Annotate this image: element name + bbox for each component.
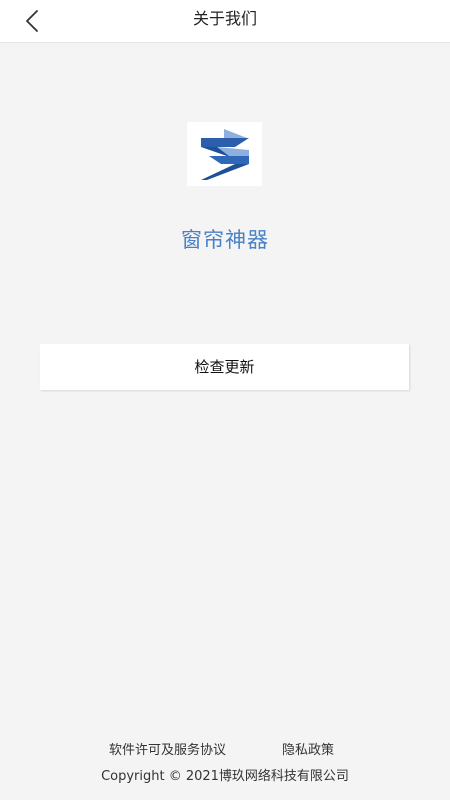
license-agreement-link[interactable]: 软件许可及服务协议 [109, 739, 226, 758]
page-title: 关于我们 [192, 9, 257, 28]
app-logo [187, 122, 262, 186]
top-navigation-bar: 关于我们 [0, 0, 450, 43]
check-update-label: 检查更新 [194, 358, 255, 376]
privacy-policy-link[interactable]: 隐私政策 [282, 739, 334, 758]
footer-links: 软件许可及服务协议 隐私政策 [0, 739, 450, 758]
about-us-screen: 关于我们 窗帘神器 检查更新 软件许可及服务协议 隐私政策 Copyright … [0, 0, 450, 800]
copyright-text: Copyright © 2021博玖网络科技有限公司 [101, 769, 349, 784]
app-name: 窗帘神器 [181, 228, 269, 252]
app-logo-s-icon [201, 129, 249, 180]
check-update-button[interactable]: 检查更新 [40, 344, 409, 390]
